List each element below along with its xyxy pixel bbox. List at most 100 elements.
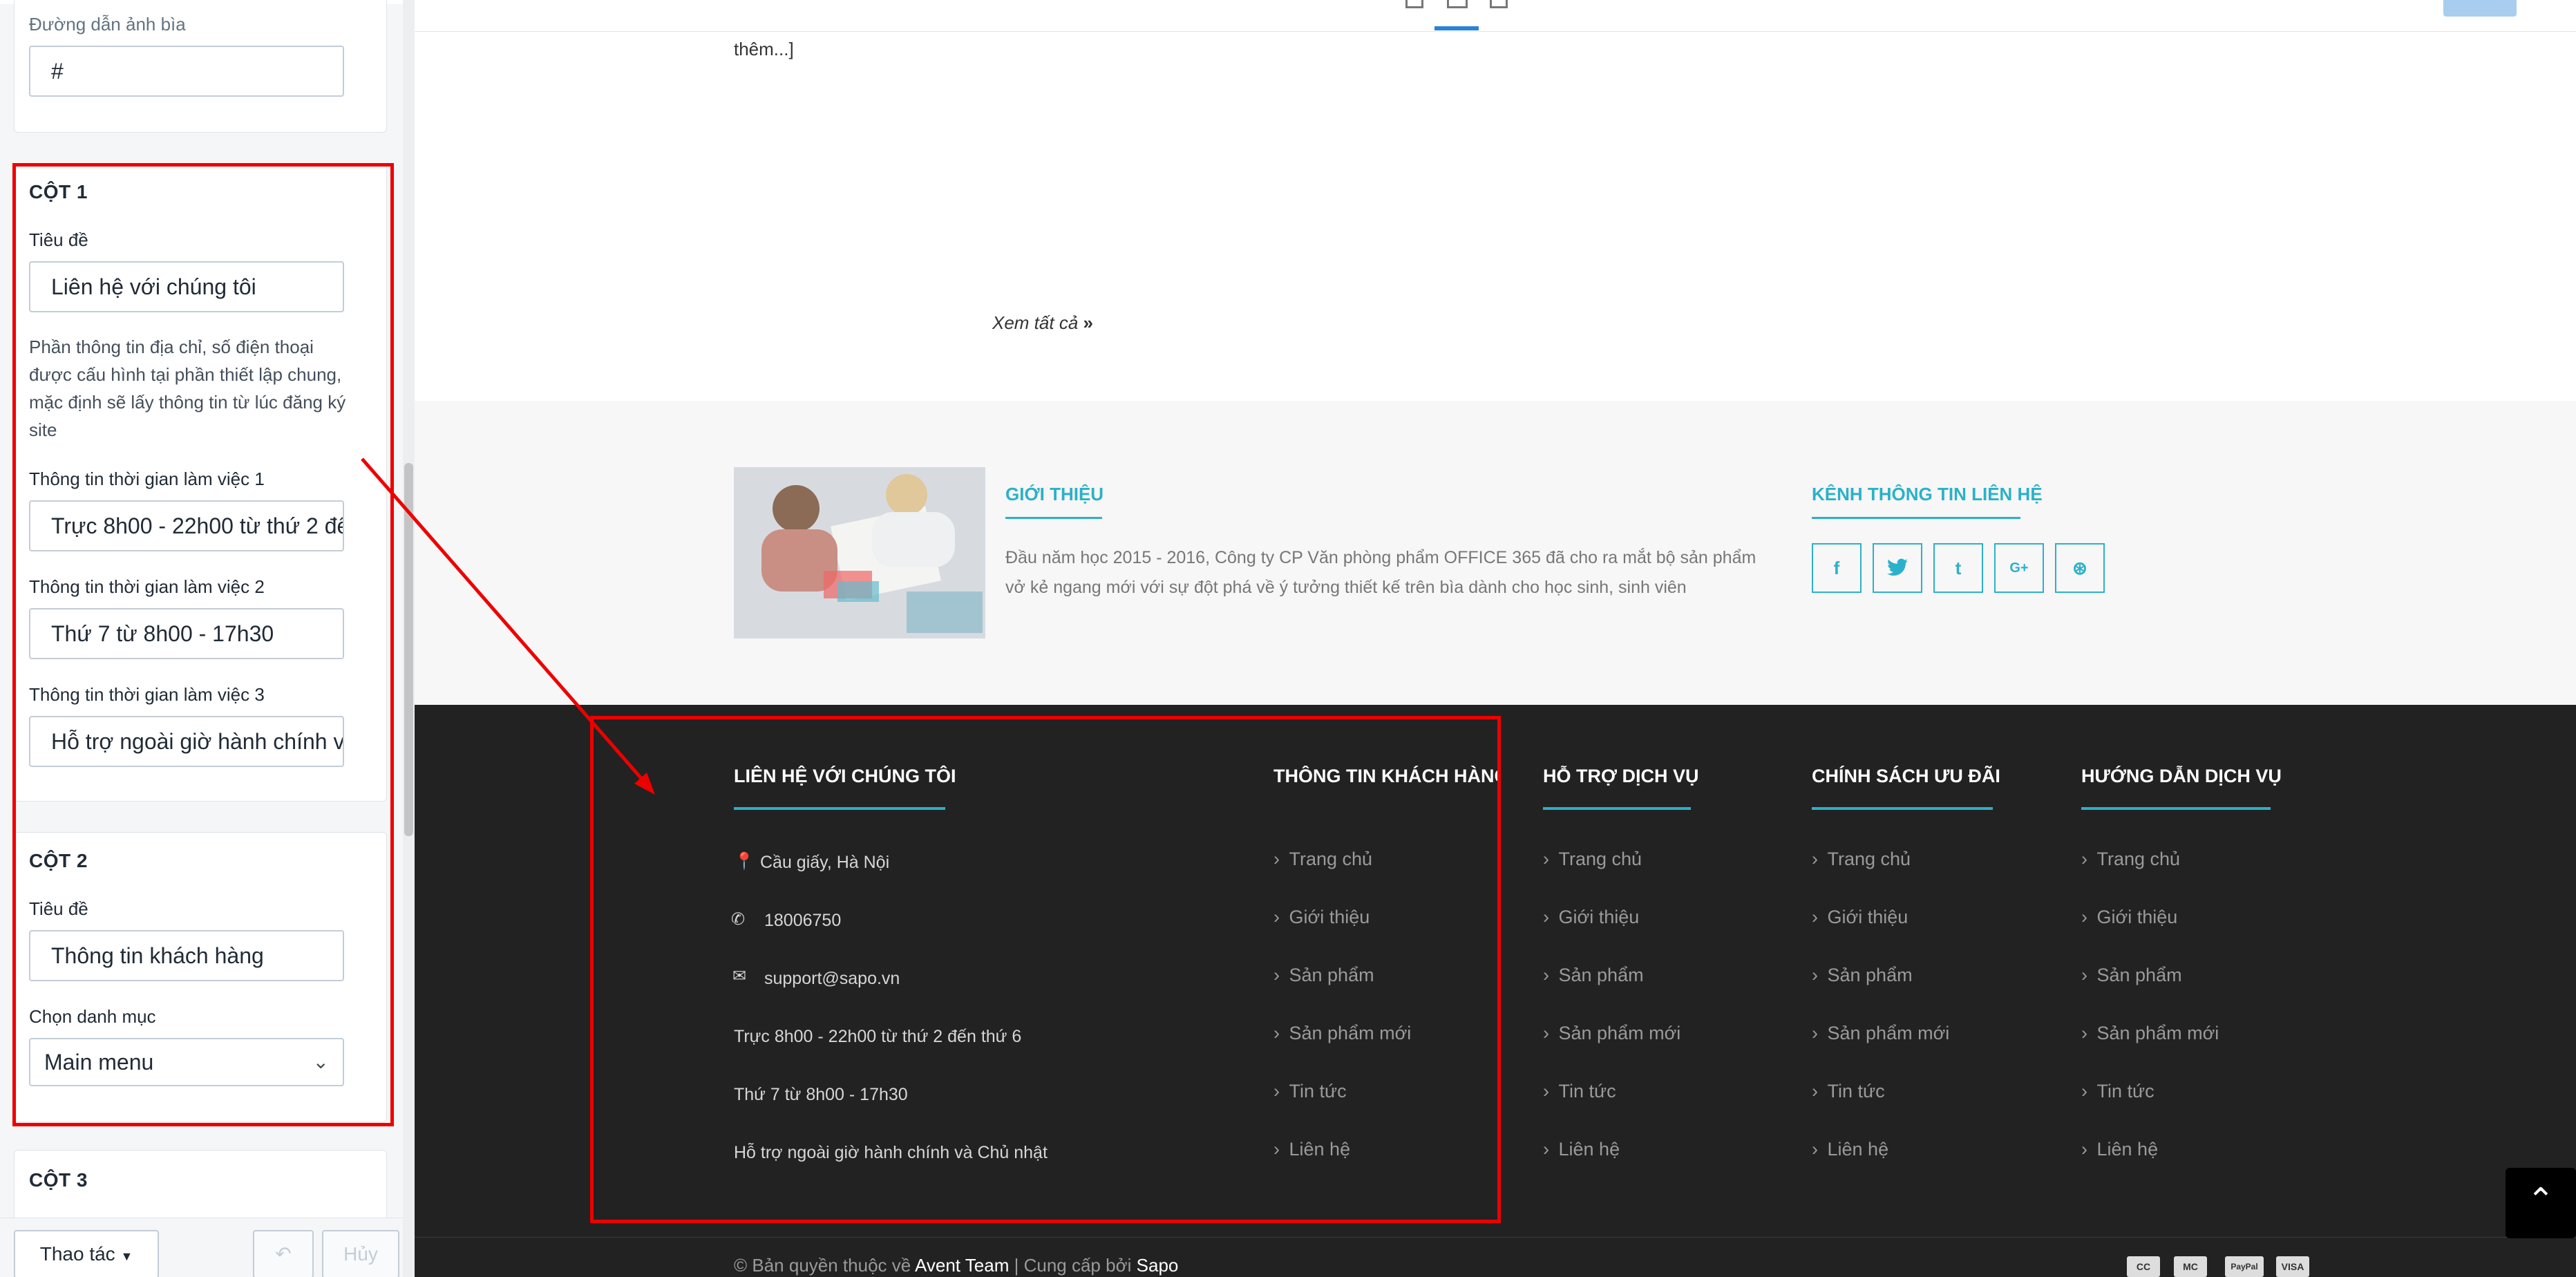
footer-link-label: Trang chủ bbox=[1827, 849, 1911, 869]
column-2-menu-select[interactable]: Main menu ⌄ bbox=[29, 1038, 344, 1086]
footer-link[interactable]: › Sản phẩm bbox=[1812, 965, 1913, 986]
about-title-underline bbox=[1005, 517, 1102, 519]
footer-link[interactable]: › Giới thiệu bbox=[1543, 907, 1639, 928]
footer-link[interactable]: › Liên hệ bbox=[1812, 1139, 1888, 1160]
footer-work-time-2: Thứ 7 từ 8h00 - 17h30 bbox=[734, 1085, 908, 1104]
chevron-right-icon: › bbox=[1812, 907, 1824, 927]
footer-link[interactable]: › Liên hệ bbox=[2081, 1139, 2158, 1160]
cancel-button[interactable]: Hủy bbox=[322, 1230, 399, 1277]
copyright-text: © Bản quyền thuộc về Avent Team | Cung c… bbox=[734, 1255, 1178, 1276]
footer-link-label: Tin tức bbox=[1558, 1081, 1616, 1101]
footer-link-label: Giới thiệu bbox=[1558, 907, 1640, 927]
see-all-label: Xem tất cả bbox=[992, 312, 1079, 333]
column-3-title: CỘT 3 bbox=[29, 1169, 88, 1191]
twitter-icon[interactable] bbox=[1873, 543, 1922, 593]
back-to-top-button[interactable]: ⌃ bbox=[2506, 1168, 2576, 1238]
google-plus-icon[interactable]: G+ bbox=[1994, 543, 2044, 593]
arrow-up-icon: ⌃ bbox=[2526, 1182, 2555, 1219]
footer-link[interactable]: › Sản phẩm mới bbox=[1273, 1023, 1411, 1044]
footer-link-label: Sản phẩm mới bbox=[1558, 1023, 1681, 1043]
footer-column-2-title: HỖ TRỢ DỊCH VỤ bbox=[1543, 766, 1699, 786]
dribbble-icon[interactable]: ⊛ bbox=[2055, 543, 2105, 593]
copyright-team-link[interactable]: Avent Team bbox=[915, 1255, 1009, 1276]
footer-link[interactable]: › Tin tức bbox=[1812, 1081, 1885, 1102]
work-time-2-label: Thông tin thời gian làm việc 2 bbox=[29, 576, 265, 597]
see-all-link[interactable]: Xem tất cả » bbox=[992, 312, 1093, 334]
visa-icon: VISA bbox=[2276, 1256, 2309, 1277]
about-photo-illustration bbox=[734, 467, 985, 638]
copyright-prefix: © Bản quyền thuộc về bbox=[734, 1255, 911, 1276]
undo-button[interactable]: ↶ bbox=[253, 1230, 314, 1277]
footer-link[interactable]: › Giới thiệu bbox=[1273, 907, 1370, 928]
column-1-title-input[interactable]: Liên hệ với chúng tôi bbox=[29, 261, 344, 312]
footer-link-label: Sản phẩm bbox=[1558, 965, 1644, 985]
actions-dropdown-button[interactable]: Thao tác ▼ bbox=[14, 1230, 159, 1277]
footer-link-label: Sản phẩm bbox=[2096, 965, 2182, 985]
mobile-view-icon[interactable] bbox=[1405, 0, 1423, 8]
chevron-right-icon: › bbox=[1543, 1139, 1555, 1160]
chevron-right-icon: › bbox=[1273, 1139, 1285, 1160]
chevron-right-icon: › bbox=[1812, 1139, 1824, 1160]
footer-work-time-3: Hỗ trợ ngoài giờ hành chính và Chủ nhật bbox=[734, 1143, 1048, 1162]
desktop-view-icon[interactable] bbox=[1447, 0, 1468, 8]
chevron-right-icon: › bbox=[1812, 1081, 1824, 1101]
footer-link[interactable]: › Sản phẩm bbox=[2081, 965, 2182, 986]
column-2-title: CỘT 2 bbox=[29, 850, 88, 871]
footer-link[interactable]: › Tin tức bbox=[2081, 1081, 2154, 1102]
work-time-1-input[interactable]: Trực 8h00 - 22h00 từ thứ 2 đến thứ 6 bbox=[29, 500, 344, 551]
chevron-right-icon: › bbox=[2081, 1081, 2093, 1101]
footer-link[interactable]: › Sản phẩm bbox=[1543, 965, 1644, 986]
footer-link[interactable]: › Giới thiệu bbox=[2081, 907, 2177, 928]
footer-link[interactable]: › Trang chủ bbox=[1812, 849, 1911, 870]
footer-column-3-underline bbox=[1812, 807, 1993, 810]
footer-link[interactable]: › Trang chủ bbox=[1543, 849, 1642, 870]
work-time-3-input[interactable]: Hỗ trợ ngoài giờ hành chính và Chủ nhật bbox=[29, 716, 344, 767]
chevron-right-icon: › bbox=[2081, 849, 2093, 869]
double-chevron-right-icon: » bbox=[1083, 312, 1093, 333]
footer-link[interactable]: › Sản phẩm bbox=[1273, 965, 1374, 986]
footer-link[interactable]: › Liên hệ bbox=[1543, 1139, 1620, 1160]
footer-link[interactable]: › Trang chủ bbox=[1273, 849, 1372, 870]
chevron-right-icon: › bbox=[1273, 907, 1285, 927]
footer-address: Cầu giấy, Hà Nội bbox=[760, 853, 890, 872]
card-payment-icon: CC bbox=[2127, 1256, 2160, 1277]
footer-link[interactable]: › Liên hệ bbox=[1273, 1139, 1350, 1160]
footer-email[interactable]: support@sapo.vn bbox=[764, 969, 900, 989]
footer-column-4-title: HƯỚNG DẪN DỊCH VỤ bbox=[2081, 766, 2282, 786]
chevron-right-icon: › bbox=[1273, 1081, 1285, 1101]
chevron-right-icon: › bbox=[1812, 1023, 1824, 1043]
facebook-icon[interactable]: f bbox=[1812, 543, 1862, 593]
panel-scrollbar-thumb[interactable] bbox=[404, 463, 413, 836]
footer-link[interactable]: › Giới thiệu bbox=[1812, 907, 1908, 928]
copyright-mid: | Cung cấp bởi bbox=[1014, 1255, 1132, 1276]
chevron-down-icon: ⌄ bbox=[312, 1051, 329, 1072]
save-button[interactable] bbox=[2443, 0, 2517, 17]
column-2-title-input[interactable]: Thông tin khách hàng bbox=[29, 930, 344, 981]
chevron-right-icon: › bbox=[1273, 849, 1285, 869]
footer-link[interactable]: › Trang chủ bbox=[2081, 849, 2180, 870]
footer-phone: 18006750 bbox=[764, 911, 842, 930]
cover-link-label: Đường dẫn ảnh bìa bbox=[29, 14, 186, 35]
footer-link-label: Tin tức bbox=[2096, 1081, 2154, 1101]
footer-link[interactable]: › Tin tức bbox=[1273, 1081, 1347, 1102]
footer-link-label: Sản phẩm bbox=[1827, 965, 1913, 985]
column-2-menu-label: Chọn danh mục bbox=[29, 1006, 156, 1027]
phone-icon: ✆ bbox=[731, 910, 746, 929]
copyright-provider-link[interactable]: Sapo bbox=[1137, 1255, 1179, 1276]
mastercard-icon: MC bbox=[2174, 1256, 2207, 1277]
tumblr-icon[interactable]: t bbox=[1933, 543, 1983, 593]
footer-link[interactable]: › Tin tức bbox=[1543, 1081, 1616, 1102]
channels-title: KÊNH THÔNG TIN LIÊN HỆ bbox=[1812, 484, 2043, 504]
chevron-right-icon: › bbox=[1812, 849, 1824, 869]
cover-link-input[interactable]: # bbox=[29, 46, 344, 97]
chevron-right-icon: › bbox=[1812, 965, 1824, 985]
footer-link[interactable]: › Sản phẩm mới bbox=[1543, 1023, 1680, 1044]
envelope-icon: ✉ bbox=[732, 967, 747, 985]
footer-link[interactable]: › Sản phẩm mới bbox=[1812, 1023, 1949, 1044]
column-1-title: CỘT 1 bbox=[29, 181, 88, 202]
work-time-2-input[interactable]: Thứ 7 từ 8h00 - 17h30 bbox=[29, 608, 344, 659]
footer-link[interactable]: › Sản phẩm mới bbox=[2081, 1023, 2219, 1044]
about-title: GIỚI THIỆU bbox=[1005, 484, 1104, 504]
tablet-view-icon[interactable] bbox=[1490, 0, 1508, 8]
footer-column-2-underline bbox=[1543, 807, 1691, 810]
